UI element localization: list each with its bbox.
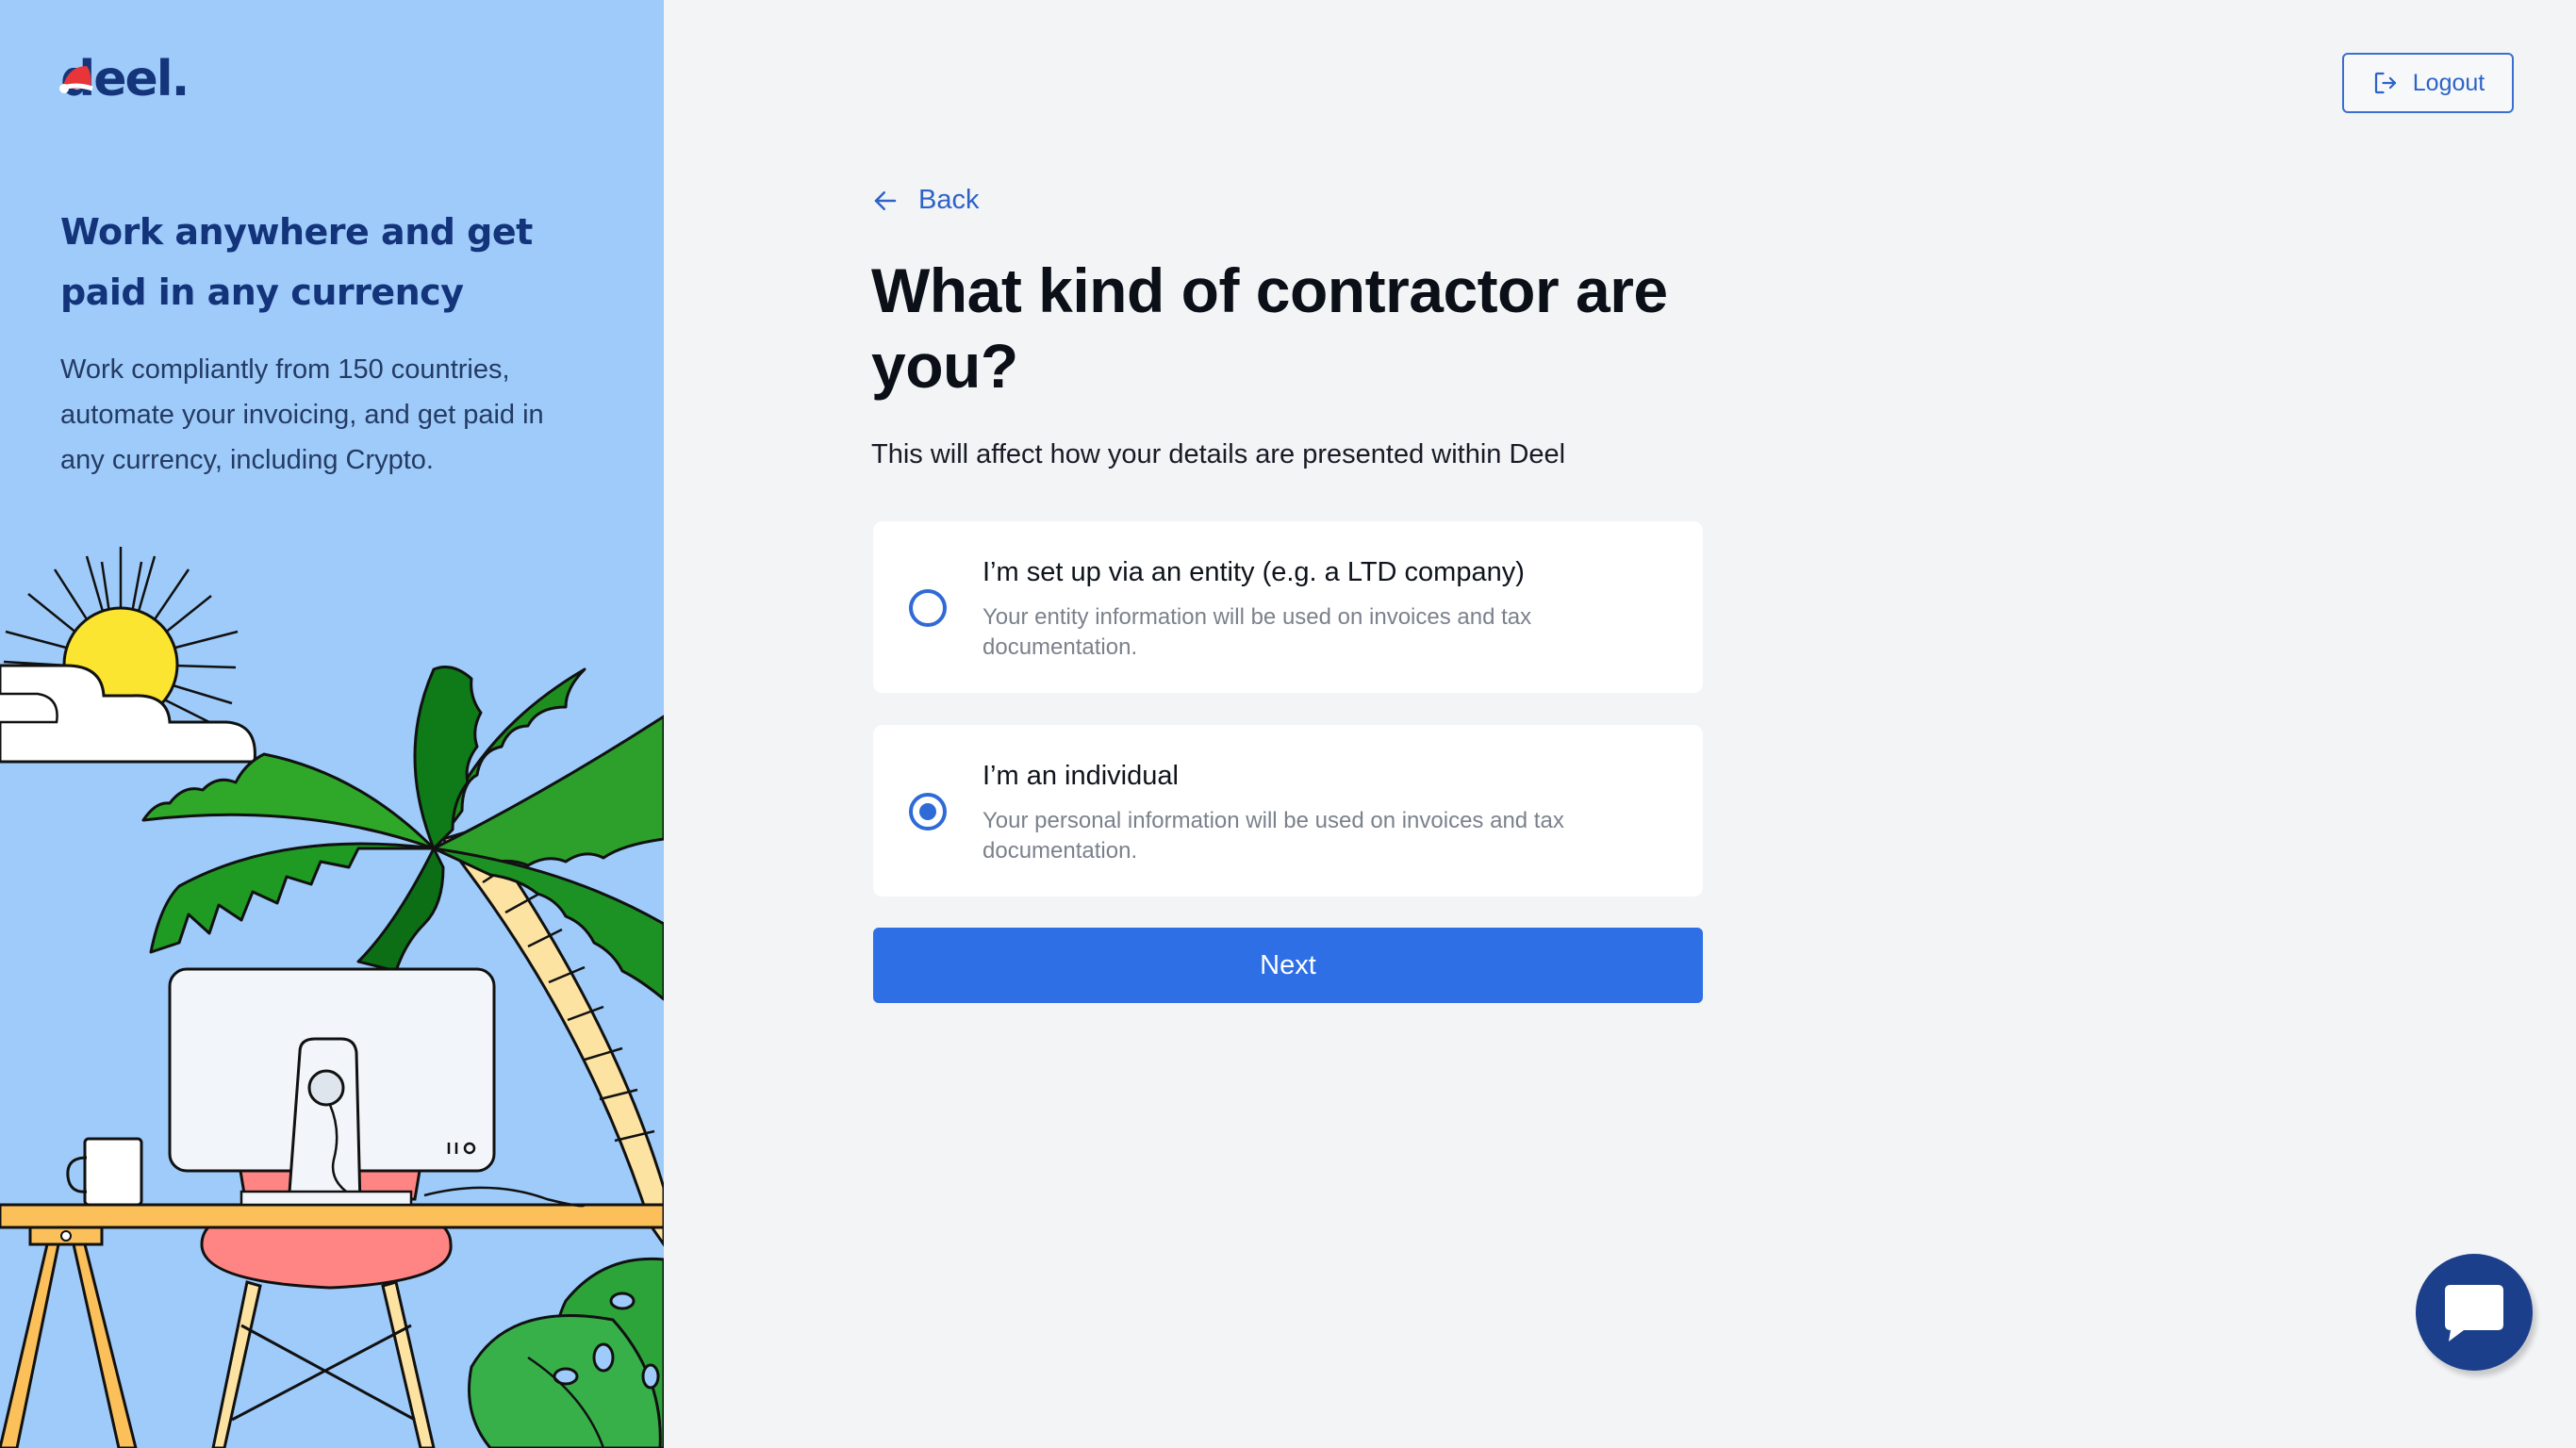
- promo-text: Work compliantly from 150 countries, aut…: [60, 354, 544, 475]
- back-link[interactable]: Back: [871, 185, 979, 216]
- option-description: Your entity information will be used on …: [983, 604, 1532, 660]
- option-individual[interactable]: I’m an individual Your personal informat…: [873, 725, 1703, 897]
- option-title: I’m an individual: [983, 761, 1179, 791]
- logout-label: Logout: [2412, 69, 2485, 96]
- chat-icon: [2445, 1285, 2503, 1341]
- santa-hat-icon: [59, 66, 93, 93]
- individual-radio[interactable]: [909, 793, 947, 831]
- logout-icon: [2374, 72, 2396, 94]
- option-title: I’m set up via an entity (e.g. a LTD com…: [983, 557, 1525, 587]
- entity-radio[interactable]: [909, 589, 947, 627]
- chat-widget-button[interactable]: [2416, 1254, 2533, 1371]
- promo-title: Work anywhere and get paid in any curren…: [60, 211, 533, 313]
- option-description: Your personal information will be used o…: [983, 808, 1564, 864]
- option-entity[interactable]: I’m set up via an entity (e.g. a LTD com…: [873, 521, 1703, 693]
- back-label: Back: [918, 185, 980, 215]
- page-subtitle: This will affect how your details are pr…: [871, 439, 1566, 469]
- page-title: What kind of contractor are you?: [871, 255, 1668, 401]
- beach-desk-illustration: [0, 547, 664, 1448]
- promo-panel: deel. Work anywhere and get paid in any …: [0, 0, 664, 1448]
- next-button[interactable]: Next: [873, 928, 1703, 1003]
- deel-logo: deel.: [59, 55, 190, 104]
- arrow-left-icon: [874, 190, 897, 210]
- logout-button[interactable]: Logout: [2342, 53, 2514, 113]
